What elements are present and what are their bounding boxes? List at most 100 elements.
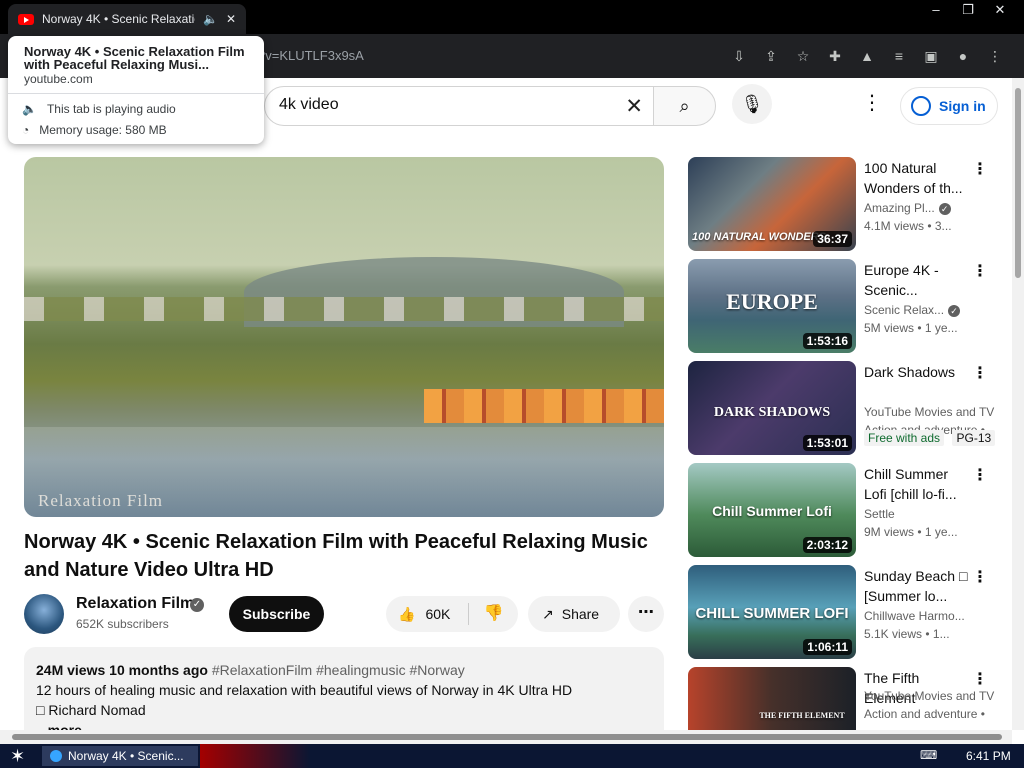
lab-flask-icon[interactable]: ▲ [856,44,878,68]
related-video[interactable]: Chill Summer Lofi 2:03:12 Chill Summer L… [688,463,1004,557]
share-button[interactable]: ↗ Share [528,596,620,632]
related-video[interactable]: 100 NATURAL WONDERS 36:37 100 Natural Wo… [688,157,1004,251]
video-owner-row: Relaxation Film ✓ 652K subscribers Subsc… [24,594,664,634]
related-channel: Chillwave Harmo... [864,609,965,623]
video-thumbnail[interactable]: EUROPE 1:53:16 [688,259,856,353]
video-title: Norway 4K • Scenic Relaxation Film with … [24,531,648,581]
vertical-scroll-thumb[interactable] [1015,88,1021,278]
tab-hover-card: Norway 4K • Scenic Relaxation Film with … [8,36,264,144]
share-page-icon[interactable]: ⇪ [760,44,782,68]
voice-search-button[interactable]: 🎙 [732,84,772,124]
related-menu-icon[interactable]: ⋮ [972,669,988,689]
related-channel: Scenic Relax... ✓ [864,303,984,317]
close-window-button[interactable]: ✕ [984,0,1016,22]
taskbar-browser-item[interactable]: Norway 4K • Scenic... [42,746,198,766]
related-video[interactable]: CHILL SUMMER LOFI 1:06:11 Sunday Beach □… [688,565,1004,659]
channel-avatar[interactable] [24,594,64,634]
user-icon [911,96,931,116]
share-label: Share [561,606,600,622]
thumbnail-text: EUROPE [726,289,818,314]
side-panel-icon[interactable]: ▣ [920,44,942,68]
related-title[interactable]: Sunday Beach □ [Summer lo... [864,566,968,606]
speaker-icon[interactable]: 🔈 [203,12,218,26]
browser-icon [50,750,62,762]
verified-icon: ✓ [190,598,204,612]
related-meta: 9M views • 1 ye... [864,525,958,539]
related-channel: Settle [864,507,895,521]
hover-card-divider [8,93,264,94]
sign-in-button[interactable]: Sign in [900,87,998,125]
settings-menu-icon[interactable]: ⋮ [862,90,882,115]
verified-icon: ✓ [948,305,961,317]
video-thumbnail[interactable]: Chill Summer Lofi 2:03:12 [688,463,856,557]
restore-button[interactable]: ❐ [952,0,984,22]
video-player[interactable]: Relaxation Film [24,157,664,517]
related-video[interactable]: EUROPE 1:53:16 Europe 4K - Scenic... Sce… [688,259,1004,353]
related-title[interactable]: Dark Shadows [864,362,968,382]
description-line-2: □ Richard Nomad [36,702,146,718]
horizontal-scrollbar[interactable] [0,730,1012,744]
video-thumbnail[interactable]: THE FIFTH ELEMENT [688,667,856,731]
hover-card-memory: ◔ Memory usage: 580 MB [22,123,167,137]
view-count-date: 24M views 10 months ago [36,662,208,678]
search-input[interactable]: 4k video ✕ [264,86,654,126]
related-menu-icon[interactable]: ⋮ [972,159,988,179]
video-thumbnail[interactable]: CHILL SUMMER LOFI 1:06:11 [688,565,856,659]
hover-card-site: youtube.com [24,72,93,86]
related-channel: Amazing Pl... ✓ [864,201,984,215]
media-controls-icon[interactable]: ≡ [888,44,910,68]
subscriber-count: 652K subscribers [76,617,169,631]
browser-menu-icon[interactable]: ⋮ [984,44,1006,68]
profile-avatar-icon[interactable]: ● [952,44,974,68]
bookmark-star-icon[interactable]: ☆ [792,44,814,68]
share-arrow-icon: ↗ [542,605,554,622]
related-video[interactable]: THE FIFTH ELEMENT The Fifth Element YouT… [688,667,1004,731]
clear-search-icon[interactable]: ✕ [625,94,643,119]
hashtags[interactable]: #RelaxationFilm #healingmusic #Norway [212,662,465,678]
clock[interactable]: 6:41 PM [966,749,1011,763]
start-star-icon[interactable]: ✶ [10,746,25,767]
sign-in-label: Sign in [939,98,986,114]
toolbar-icons: ⇩ ⇪ ☆ ✚ ▲ ≡ ▣ ● ⋮ [728,44,1006,68]
dislike-button[interactable]: 👎 [469,596,518,632]
subscribe-button[interactable]: Subscribe [229,596,324,632]
keyboard-icon[interactable]: ⌨ [920,748,937,762]
video-duration: 1:53:01 [802,435,852,451]
video-watermark: Relaxation Film [38,491,164,510]
related-channel: YouTube Movies and TV [864,689,995,703]
related-channel: YouTube Movies and TV [864,405,995,419]
related-menu-icon[interactable]: ⋮ [972,567,988,587]
extensions-icon[interactable]: ✚ [824,44,846,68]
video-duration: 1:53:16 [802,333,852,349]
like-count: 60K [425,606,451,622]
related-menu-icon[interactable]: ⋮ [972,465,988,485]
related-title[interactable]: 100 Natural Wonders of th... [864,158,968,198]
video-thumbnail[interactable]: 100 NATURAL WONDERS 36:37 [688,157,856,251]
install-icon[interactable]: ⇩ [728,44,750,68]
scene-houses [24,297,664,321]
related-menu-icon[interactable]: ⋮ [972,261,988,281]
more-actions-button[interactable]: ⋯ [628,596,664,632]
related-menu-icon[interactable]: ⋮ [972,363,988,383]
minimize-button[interactable]: – [920,0,952,22]
related-meta: 4.1M views • 3... [864,219,952,233]
search-button[interactable]: ⌕ [653,86,716,126]
thumbnail-text: THE FIFTH ELEMENT [759,711,845,720]
taskbar-accent [200,744,310,768]
related-video[interactable]: DARK SHADOWS 1:53:01 Dark Shadows YouTub… [688,361,1004,455]
video-thumbnail[interactable]: DARK SHADOWS 1:53:01 [688,361,856,455]
like-button[interactable]: 👍 60K [386,596,468,632]
description-line-1: 12 hours of healing music and relaxation… [36,682,573,698]
thumbs-down-icon: 👎 [483,605,504,622]
channel-name[interactable]: Relaxation Film [76,595,194,613]
related-title[interactable]: Chill Summer Lofi [chill lo-fi... [864,464,968,504]
search-query[interactable]: 4k video [279,96,339,114]
browser-tab[interactable]: Norway 4K • Scenic Relaxation 🔈 ✕ [8,4,246,34]
thumbnail-text: Chill Summer Lofi [712,503,832,519]
description-stats-row: 24M views 10 months ago #RelaxationFilm … [36,660,652,680]
vertical-scrollbar[interactable] [1012,78,1024,730]
video-description[interactable]: 24M views 10 months ago #RelaxationFilm … [24,647,664,743]
close-tab-icon[interactable]: ✕ [226,12,236,26]
related-title[interactable]: Europe 4K - Scenic... [864,260,968,300]
horizontal-scroll-thumb[interactable] [12,734,1002,740]
